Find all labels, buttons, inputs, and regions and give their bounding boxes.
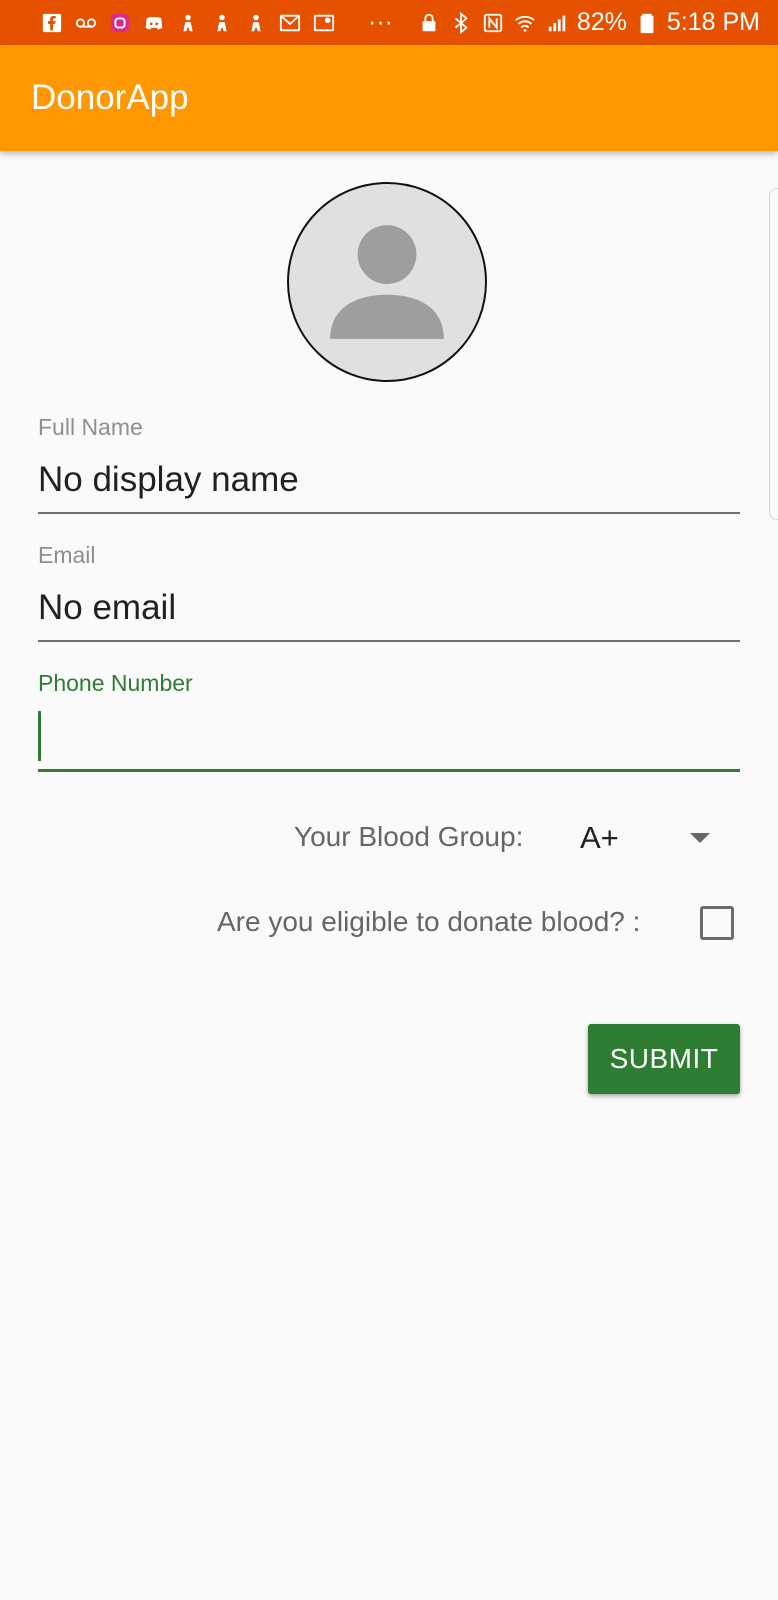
voicemail-icon bbox=[74, 11, 98, 35]
facebook-icon bbox=[40, 11, 64, 35]
person-icon bbox=[176, 11, 200, 35]
phone-number-underline bbox=[38, 769, 740, 772]
email-field[interactable]: Email No email bbox=[38, 542, 740, 642]
phone-number-field[interactable]: Phone Number bbox=[38, 670, 740, 772]
eligible-checkbox[interactable] bbox=[700, 906, 734, 940]
blood-group-dropdown[interactable]: A+ bbox=[566, 810, 736, 866]
more-notifications: ··· bbox=[368, 8, 393, 36]
full-name-input[interactable]: No display name bbox=[38, 459, 740, 501]
text-cursor bbox=[38, 711, 41, 761]
gmail-icon bbox=[278, 11, 302, 35]
email-label: Email bbox=[38, 542, 96, 568]
lock-icon bbox=[417, 11, 441, 35]
email-input[interactable]: No email bbox=[38, 587, 740, 629]
app-title: DonorApp bbox=[31, 78, 189, 117]
phone-number-input[interactable] bbox=[38, 711, 740, 763]
bluetooth-icon bbox=[449, 11, 473, 35]
email-underline bbox=[38, 640, 740, 642]
blood-group-label: Your Blood Group: bbox=[294, 821, 524, 852]
eligible-label: Are you eligible to donate blood? : bbox=[217, 906, 641, 937]
discord-icon bbox=[142, 11, 166, 35]
submit-button[interactable]: SUBMIT bbox=[588, 1024, 740, 1094]
app-bar: DonorApp bbox=[0, 45, 778, 151]
scroll-edge bbox=[769, 188, 778, 520]
status-bar: ··· 82% 5:18 PM bbox=[0, 0, 778, 45]
signal-icon bbox=[545, 11, 569, 35]
instagram-icon bbox=[108, 11, 132, 35]
blood-group-value: A+ bbox=[580, 820, 619, 855]
full-name-field[interactable]: Full Name No display name bbox=[38, 414, 740, 514]
battery-icon bbox=[635, 11, 659, 35]
full-name-label: Full Name bbox=[38, 414, 143, 440]
person-icon bbox=[210, 11, 234, 35]
dropdown-arrow-icon bbox=[690, 833, 710, 843]
maps-icon bbox=[312, 11, 336, 35]
avatar[interactable] bbox=[287, 182, 487, 382]
full-name-underline bbox=[38, 512, 740, 514]
nfc-icon bbox=[481, 11, 505, 35]
person-icon bbox=[244, 11, 268, 35]
clock: 5:18 PM bbox=[666, 8, 760, 36]
phone-number-label: Phone Number bbox=[38, 670, 193, 696]
battery-percent: 82% bbox=[576, 8, 627, 36]
person-placeholder-icon bbox=[330, 225, 444, 339]
wifi-icon bbox=[513, 11, 537, 35]
